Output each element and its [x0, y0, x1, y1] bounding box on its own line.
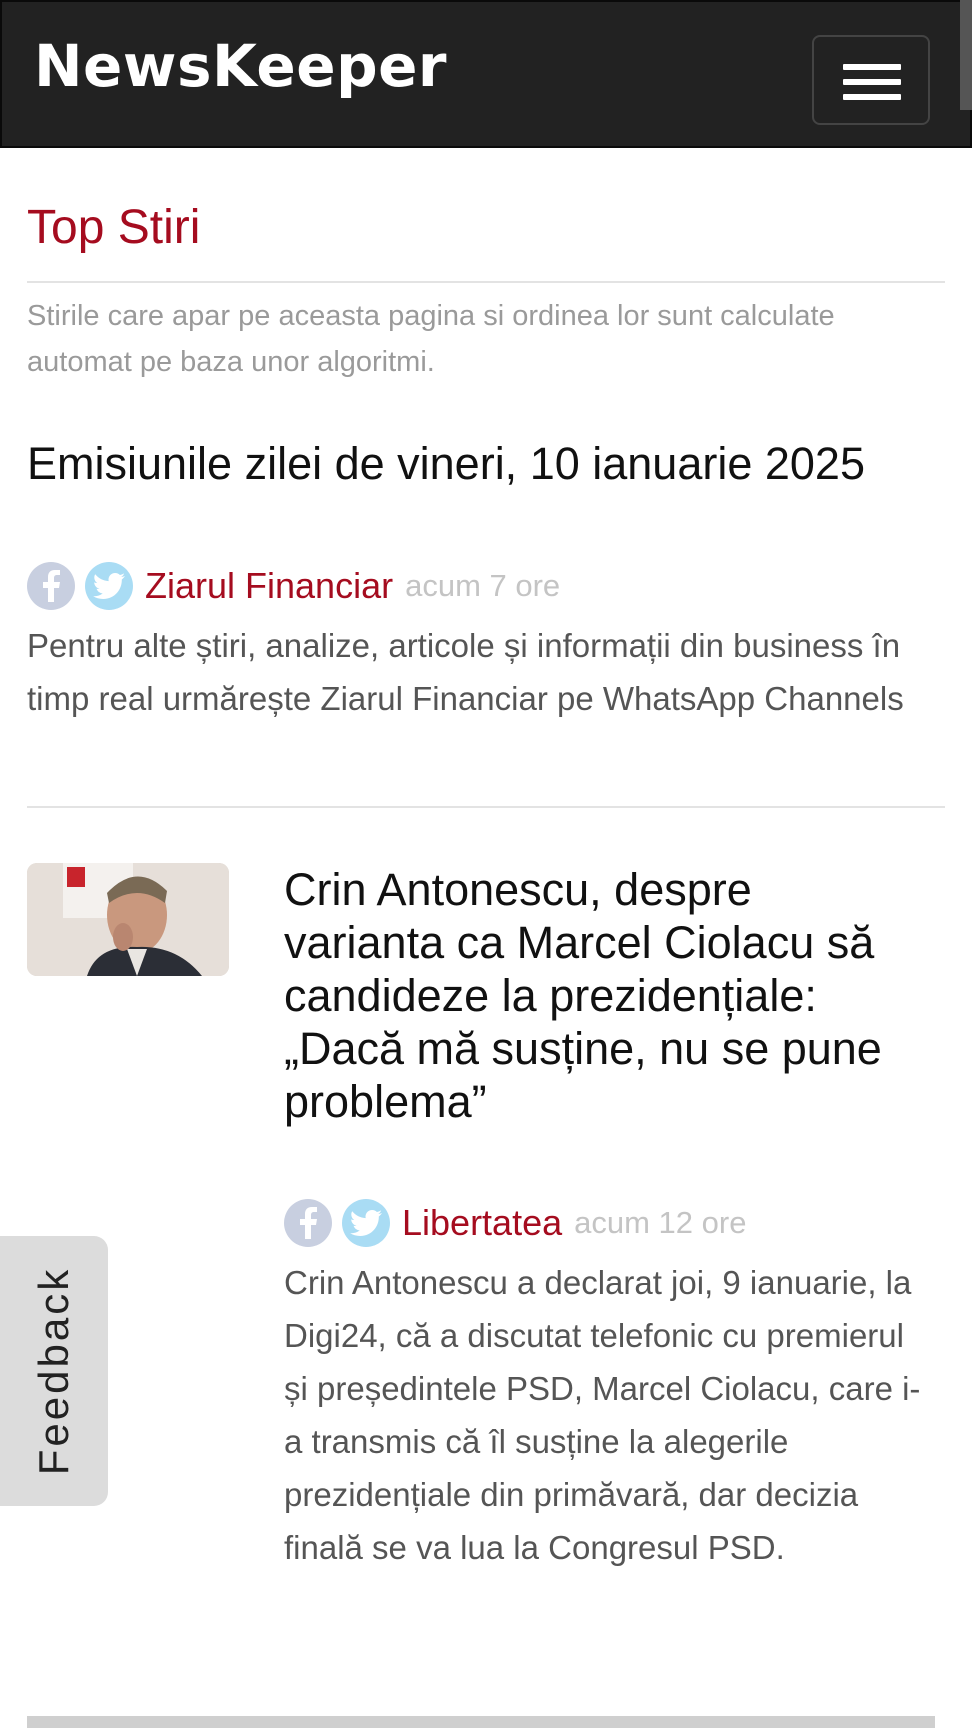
feedback-tab-button[interactable]: Feedback: [0, 1236, 108, 1506]
twitter-share-icon[interactable]: [342, 1199, 390, 1247]
facebook-share-icon[interactable]: [27, 562, 75, 610]
divider: [27, 806, 945, 808]
article-summary: Crin Antonescu a declarat joi, 9 ianuari…: [284, 1264, 921, 1566]
hamburger-menu-icon: [843, 94, 901, 100]
menu-toggle-button[interactable]: [812, 35, 930, 125]
article-timestamp: acum 7 ore: [405, 568, 561, 603]
page-title: Top Stiri: [27, 201, 201, 254]
brand-logo[interactable]: NewsKeeper: [34, 32, 447, 100]
facebook-share-icon[interactable]: [284, 1199, 332, 1247]
scrollbar-thumb[interactable]: [960, 0, 972, 110]
article-meta: Ziarul Financiar acum 7 ore: [27, 561, 560, 611]
top-navbar: NewsKeeper: [0, 0, 972, 148]
feedback-label: Feedback: [30, 1266, 77, 1476]
news-thumbnail-photo[interactable]: [27, 863, 229, 976]
hamburger-menu-icon: [843, 79, 901, 85]
divider: [27, 281, 945, 283]
article-headline[interactable]: Crin Antonescu, despre varianta ca Marce…: [284, 863, 924, 1128]
hamburger-menu-icon: [843, 64, 901, 70]
twitter-share-icon[interactable]: [85, 562, 133, 610]
article-headline[interactable]: Emisiunile zilei de vineri, 10 ianuarie …: [27, 437, 907, 490]
article-timestamp: acum 12 ore: [574, 1205, 747, 1240]
next-article-divider: [27, 1716, 935, 1728]
article-meta: Libertatea acum 12 ore: [284, 1198, 746, 1248]
article-source-link[interactable]: Libertatea: [402, 1202, 562, 1244]
article-source-link[interactable]: Ziarul Financiar: [145, 565, 393, 607]
page-intro-text: Stirile care apar pe aceasta pagina si o…: [27, 300, 835, 378]
article-summary: Pentru alte știri, analize, articole și …: [27, 627, 904, 717]
